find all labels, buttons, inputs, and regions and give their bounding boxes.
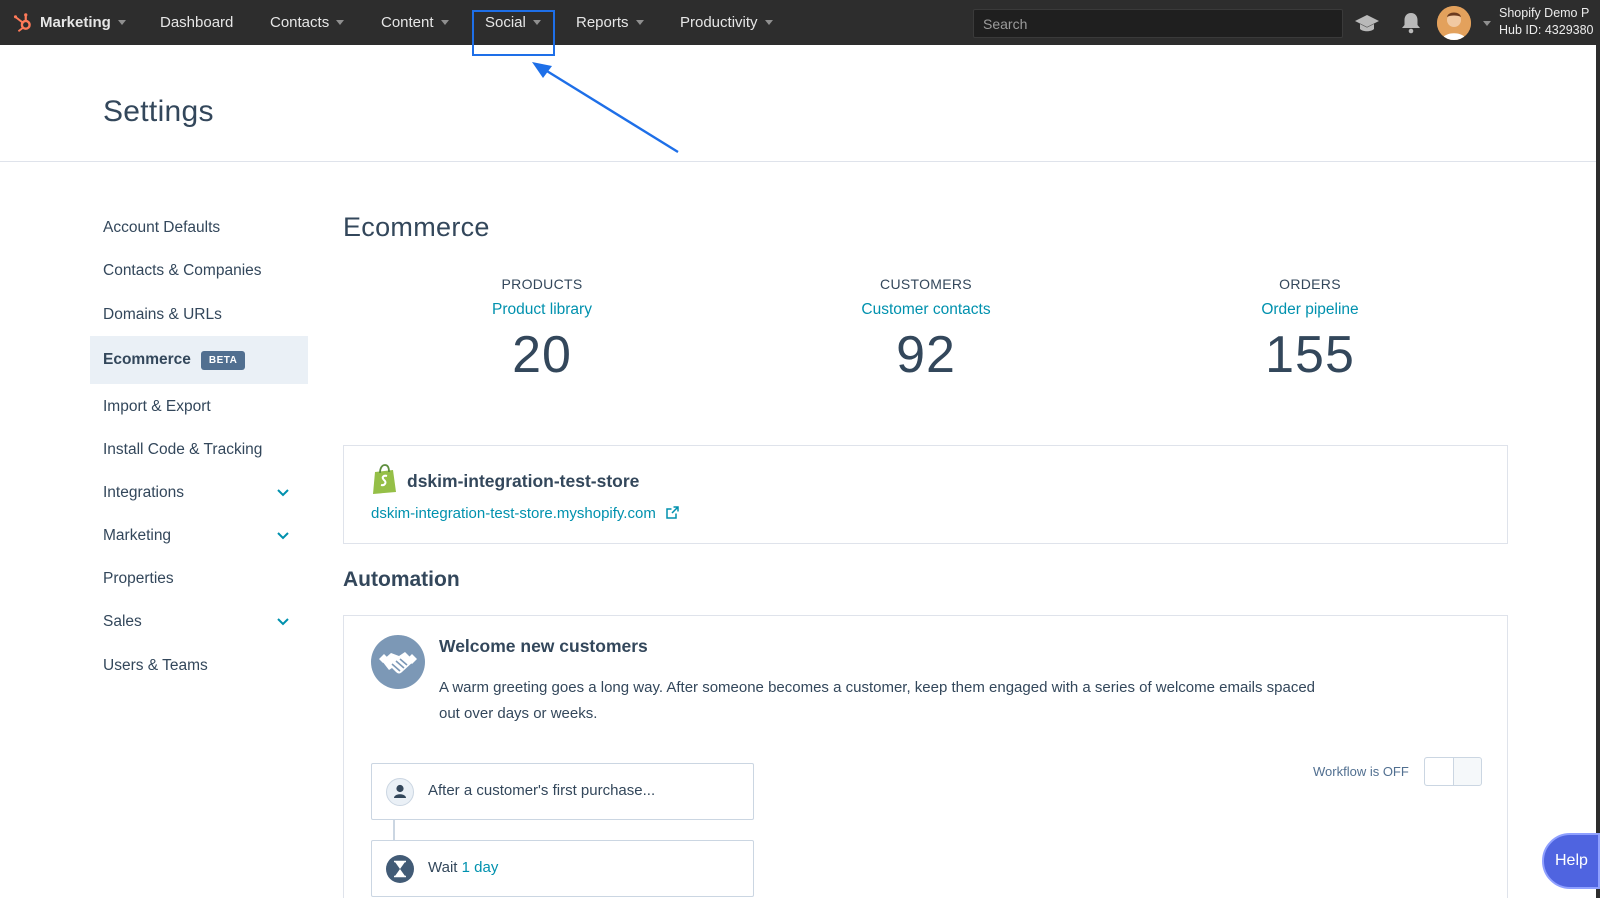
stat-heading: CUSTOMERS xyxy=(880,276,972,292)
sidebar-item-ecommerce[interactable]: Ecommerce BETA xyxy=(90,336,308,384)
section-title: Ecommerce xyxy=(343,212,490,242)
nav-item-label: Dashboard xyxy=(160,14,234,31)
step-text: Wait 1 day xyxy=(428,859,498,876)
sidebar-item-properties[interactable]: Properties xyxy=(90,557,308,601)
nav-item-content[interactable]: Content xyxy=(381,0,449,45)
annotation-arrow-icon xyxy=(532,62,679,154)
chevron-down-icon[interactable] xyxy=(1483,21,1491,26)
academy-graduation-cap-icon[interactable] xyxy=(1354,11,1380,35)
chevron-down-icon xyxy=(277,618,289,626)
chevron-down-icon xyxy=(117,20,126,25)
nav-item-contacts[interactable]: Contacts xyxy=(270,0,345,45)
contact-person-icon xyxy=(386,778,414,806)
chevron-down-icon xyxy=(635,20,644,25)
shopify-bag-icon xyxy=(373,464,396,494)
help-button[interactable]: Help xyxy=(1542,833,1600,889)
stat-value: 20 xyxy=(512,326,572,384)
avatar[interactable] xyxy=(1437,6,1471,40)
chevron-down-icon xyxy=(336,20,345,25)
sidebar-item-sales[interactable]: Sales xyxy=(90,600,308,644)
page-title: Settings xyxy=(103,95,214,128)
chevron-down-icon xyxy=(764,20,773,25)
search-input[interactable] xyxy=(973,9,1343,38)
top-navigation-bar: Marketing Dashboard Contacts Content Soc… xyxy=(0,0,1600,45)
workflow-status-label: Workflow is OFF xyxy=(1313,764,1409,779)
stat-orders: ORDERS Order pipeline 155 xyxy=(1160,276,1460,385)
nav-item-label: Contacts xyxy=(270,14,330,31)
sidebar-item-label: Ecommerce xyxy=(103,351,191,368)
stat-heading: ORDERS xyxy=(1279,276,1341,292)
nav-item-label: Productivity xyxy=(680,14,758,31)
chevron-down-icon xyxy=(277,489,289,497)
toggle-knob xyxy=(1425,758,1454,785)
sidebar-item-label: Contacts & Companies xyxy=(103,262,262,279)
beta-badge: BETA xyxy=(200,350,246,370)
sidebar-item-label: Sales xyxy=(103,613,142,630)
stat-customers: CUSTOMERS Customer contacts 92 xyxy=(776,276,1076,385)
sidebar-item-label: Import & Export xyxy=(103,398,211,415)
sidebar-item-label: Properties xyxy=(103,570,174,587)
workflow-toggle[interactable] xyxy=(1424,757,1482,786)
handshake-icon xyxy=(371,635,425,689)
sidebar-item-contacts-companies[interactable]: Contacts & Companies xyxy=(90,249,308,293)
store-url-text: dskim-integration-test-store.myshopify.c… xyxy=(371,505,656,522)
hubspot-logo-icon xyxy=(13,12,31,32)
workflow-step-delay[interactable]: Wait 1 day xyxy=(371,840,754,897)
sidebar-item-label: Integrations xyxy=(103,484,184,501)
workflow-step-trigger[interactable]: After a customer's first purchase... xyxy=(371,763,754,820)
automation-card: Welcome new customers A warm greeting go… xyxy=(343,615,1508,898)
automation-card-description: A warm greeting goes a long way. After s… xyxy=(439,679,1316,722)
user-avatar-icon xyxy=(1437,6,1471,40)
external-link-icon xyxy=(666,506,679,519)
account-menu[interactable]: Shopify Demo P Hub ID: 4329380 xyxy=(1499,5,1594,39)
nav-item-label: Content xyxy=(381,14,434,31)
stat-value: 92 xyxy=(896,326,956,384)
sidebar-item-integrations[interactable]: Integrations xyxy=(90,471,308,515)
sidebar-item-label: Install Code & Tracking xyxy=(103,441,263,458)
hub-id: Hub ID: 4329380 xyxy=(1499,23,1594,37)
sidebar-item-import-export[interactable]: Import & Export xyxy=(90,385,308,429)
nav-item-reports[interactable]: Reports xyxy=(576,0,644,45)
window-edge xyxy=(1596,45,1600,898)
sidebar-item-label: Users & Teams xyxy=(103,657,208,674)
nav-brand-marketing[interactable]: Marketing xyxy=(12,0,126,45)
chevron-down-icon xyxy=(277,532,289,540)
stat-value: 155 xyxy=(1265,326,1355,384)
automation-card-heading: Welcome new customers xyxy=(439,636,648,656)
nav-item-productivity[interactable]: Productivity xyxy=(680,0,773,45)
chevron-down-icon xyxy=(440,20,449,25)
nav-item-label: Reports xyxy=(576,14,629,31)
store-card: dskim-integration-test-store dskim-integ… xyxy=(343,445,1508,544)
automation-title: Automation xyxy=(343,568,460,591)
store-url-link[interactable]: dskim-integration-test-store.myshopify.c… xyxy=(371,505,679,522)
account-name: Shopify Demo P xyxy=(1499,6,1590,20)
stat-heading: PRODUCTS xyxy=(501,276,583,292)
sidebar-item-label: Account Defaults xyxy=(103,219,221,236)
notifications-bell-icon[interactable] xyxy=(1398,11,1424,35)
hourglass-icon xyxy=(386,855,414,883)
order-pipeline-link[interactable]: Order pipeline xyxy=(1160,301,1460,319)
header-divider xyxy=(0,161,1600,162)
wait-duration-link[interactable]: 1 day xyxy=(462,859,499,876)
sidebar-item-label: Domains & URLs xyxy=(103,306,222,323)
sidebar-item-users-teams[interactable]: Users & Teams xyxy=(90,644,308,688)
annotation-highlight-box xyxy=(472,10,555,56)
step-connector xyxy=(393,820,395,840)
sidebar-item-account-defaults[interactable]: Account Defaults xyxy=(90,206,308,250)
sidebar-item-install-code-tracking[interactable]: Install Code & Tracking xyxy=(90,428,308,472)
sidebar-item-domains-urls[interactable]: Domains & URLs xyxy=(90,293,308,337)
step-wait-label: Wait xyxy=(428,859,458,876)
sidebar-item-marketing[interactable]: Marketing xyxy=(90,514,308,558)
sidebar-item-label: Marketing xyxy=(103,527,172,544)
store-name: dskim-integration-test-store xyxy=(407,471,640,491)
nav-brand-label: Marketing xyxy=(40,14,111,31)
customer-contacts-link[interactable]: Customer contacts xyxy=(776,301,1076,319)
nav-item-dashboard[interactable]: Dashboard xyxy=(160,0,233,45)
stat-products: PRODUCTS Product library 20 xyxy=(392,276,692,385)
step-text: After a customer's first purchase... xyxy=(428,782,656,799)
product-library-link[interactable]: Product library xyxy=(392,301,692,319)
